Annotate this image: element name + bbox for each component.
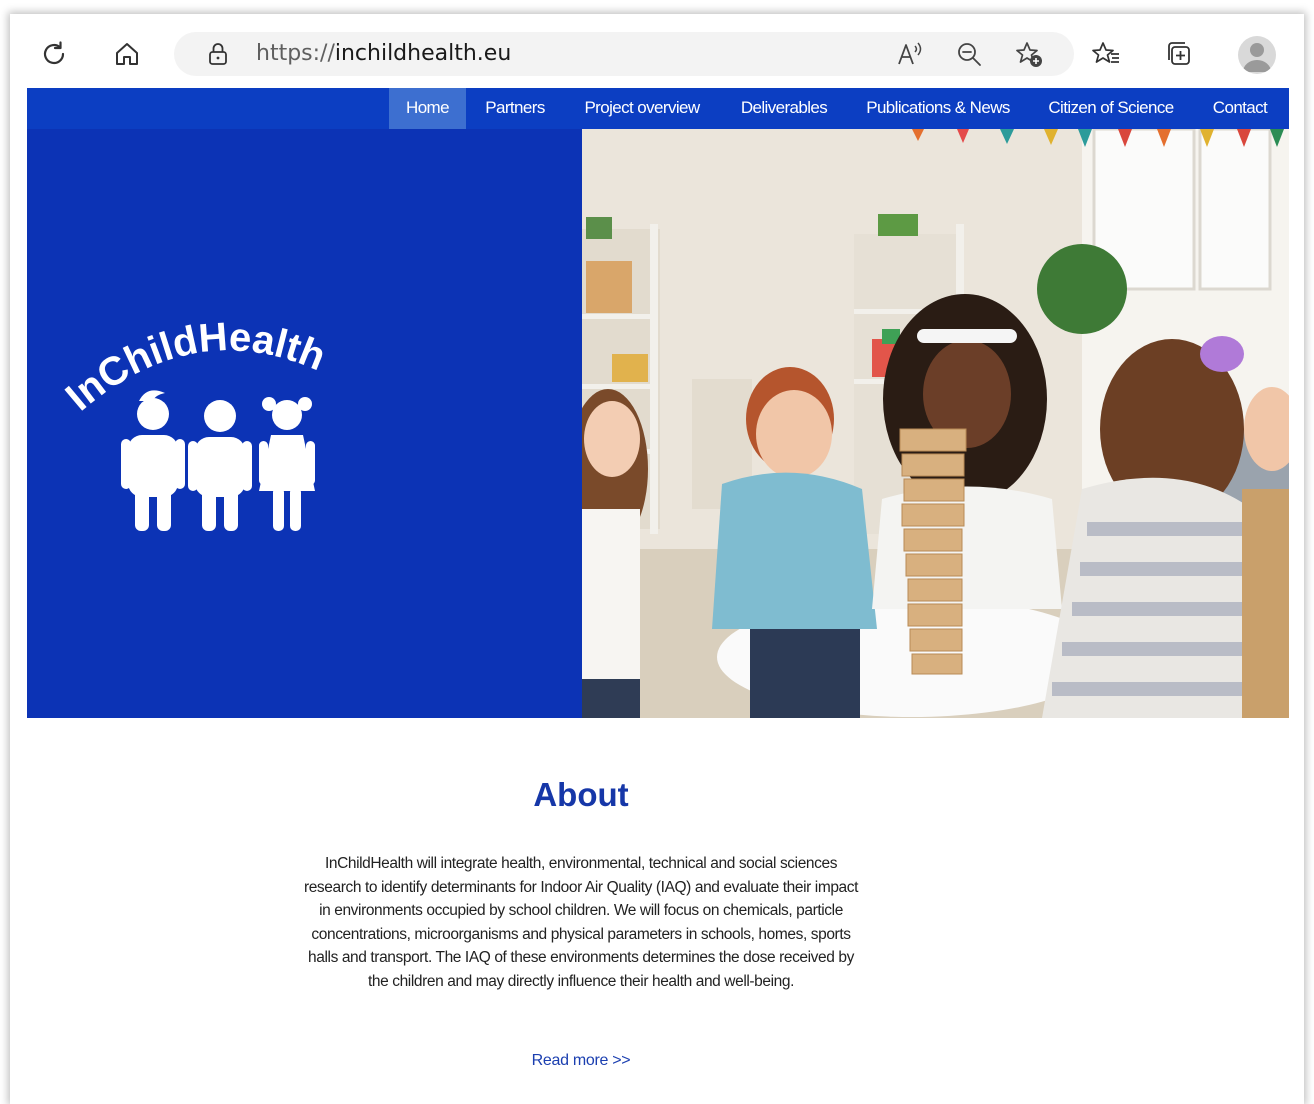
read-more-link[interactable]: Read more >>: [0, 1052, 1162, 1070]
nav-citizen-of-science[interactable]: Citizen of Science: [1039, 88, 1183, 129]
url-protocol: https://: [256, 41, 335, 66]
home-icon[interactable]: [107, 34, 147, 74]
inchildhealth-logo[interactable]: InChildHealth: [27, 129, 582, 718]
hero-logo-panel: InChildHealth: [27, 129, 582, 718]
nav-project-overview[interactable]: Project overview: [572, 88, 712, 129]
nav-contact[interactable]: Contact: [1203, 88, 1277, 129]
child-figure-icon: [188, 400, 252, 531]
lock-icon[interactable]: [204, 40, 232, 68]
add-favorite-icon[interactable]: [1014, 39, 1044, 69]
profile-avatar[interactable]: [1238, 36, 1276, 74]
child-figure-icon: [121, 390, 185, 531]
refresh-icon[interactable]: [34, 34, 74, 74]
read-aloud-icon[interactable]: [894, 39, 924, 69]
url-host: inchildhealth.eu: [334, 41, 512, 66]
zoom-out-icon[interactable]: [954, 39, 984, 69]
child-figure-icon: [259, 397, 315, 531]
nav-deliverables[interactable]: Deliverables: [731, 88, 837, 129]
hero-photo: [582, 129, 1289, 718]
about-heading: About: [533, 776, 629, 813]
collections-icon[interactable]: [1160, 34, 1200, 74]
address-bar[interactable]: https://inchildhealth.eu: [174, 32, 1074, 76]
nav-publications-news[interactable]: Publications & News: [857, 88, 1019, 129]
nav-partners[interactable]: Partners: [475, 88, 555, 129]
url-text[interactable]: https://inchildhealth.eu: [256, 40, 511, 68]
about-paragraph: InChildHealth will integrate health, env…: [303, 855, 859, 990]
site-navigation: Home Partners Project overview Deliverab…: [27, 88, 1289, 129]
browser-toolbar: https://inchildhealth.eu: [10, 14, 1304, 88]
favorites-icon[interactable]: [1086, 34, 1126, 74]
nav-home[interactable]: Home: [389, 88, 466, 129]
children-playing-photo: [582, 129, 1289, 718]
